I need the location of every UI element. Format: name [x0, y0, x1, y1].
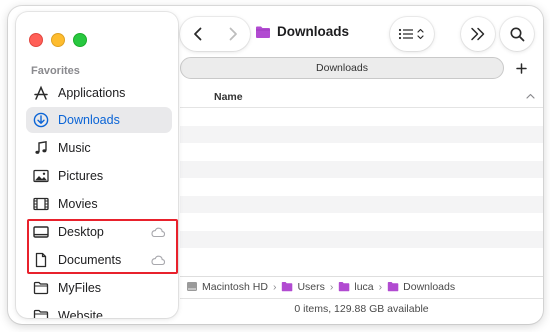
path-crumb-label: luca [354, 280, 374, 293]
pictures-icon [32, 167, 50, 185]
search-icon [510, 27, 524, 41]
window-title: Downloads [255, 24, 349, 39]
chevron-right-icon [229, 27, 237, 41]
sort-chevron-up-icon[interactable] [526, 92, 535, 101]
column-header: Name [180, 86, 543, 108]
empty-row [180, 213, 543, 231]
tab-label: Downloads [316, 62, 368, 74]
sidebar-item-downloads[interactable]: Downloads [26, 107, 172, 133]
sidebar-item-website[interactable]: Website [26, 303, 172, 318]
sidebar: Favorites Applications Downloads Music P… [16, 12, 178, 318]
sidebar-item-label: Movies [58, 197, 98, 211]
hard-disk-icon [187, 282, 197, 291]
finder-window: Downloads Downloads Name Macintosh HD › … [8, 6, 543, 324]
view-options-button[interactable] [390, 17, 434, 51]
status-bar: 0 items, 129.88 GB available [180, 298, 543, 318]
folder-icon [32, 307, 50, 318]
sidebar-item-applications[interactable]: Applications [26, 80, 172, 106]
path-crumb-label: Downloads [403, 280, 456, 293]
window-title-text: Downloads [277, 24, 350, 39]
path-bar: Macintosh HD › Users › luca › Downloads [180, 276, 543, 296]
downloads-icon [32, 111, 50, 129]
sidebar-item-label: Website [58, 309, 103, 318]
empty-row [180, 108, 543, 126]
movies-icon [32, 195, 50, 213]
list-view-icon [398, 28, 424, 40]
empty-row [180, 178, 543, 196]
empty-row [180, 195, 543, 213]
folder-icon [282, 282, 293, 292]
empty-row [180, 143, 543, 161]
tab-downloads[interactable]: Downloads [180, 57, 504, 79]
navigation-buttons [180, 17, 250, 51]
double-chevron-right-icon [471, 27, 485, 41]
empty-row [180, 160, 543, 178]
forward-button[interactable] [215, 17, 250, 51]
chevron-left-icon [193, 27, 201, 41]
sidebar-item-label: Downloads [58, 113, 120, 127]
sidebar-item-label: Applications [58, 86, 126, 100]
path-crumb-downloads[interactable]: Downloads [387, 281, 455, 293]
chevron-right-icon: › [272, 280, 277, 293]
sidebar-item-myfiles[interactable]: MyFiles [26, 275, 172, 301]
sidebar-item-label: Pictures [58, 169, 104, 183]
close-window-button[interactable] [29, 33, 43, 47]
sidebar-item-pictures[interactable]: Pictures [26, 163, 172, 189]
file-list[interactable] [180, 108, 543, 266]
status-text: 0 items, 129.88 GB available [294, 302, 429, 315]
empty-row [180, 230, 543, 248]
music-icon [32, 139, 50, 157]
folder-icon [256, 26, 270, 38]
path-crumb-label: Users [297, 280, 325, 293]
sidebar-item-label: MyFiles [58, 281, 102, 295]
search-button[interactable] [500, 17, 534, 51]
sidebar-item-movies[interactable]: Movies [26, 191, 172, 217]
applications-icon [32, 84, 50, 102]
new-tab-button[interactable] [510, 57, 532, 79]
column-header-name[interactable]: Name [214, 91, 243, 103]
sidebar-section-title: Favorites [31, 65, 80, 77]
path-crumb-user[interactable]: luca [338, 280, 374, 293]
empty-row [180, 248, 543, 266]
empty-row [180, 125, 543, 143]
chevron-right-icon: › [378, 280, 383, 293]
path-crumb-label: Macintosh HD [202, 280, 268, 293]
back-button[interactable] [180, 17, 215, 51]
path-crumb-users[interactable]: Users [281, 280, 325, 293]
sidebar-item-music[interactable]: Music [26, 135, 172, 161]
folder-icon [339, 282, 350, 292]
window-controls [29, 33, 87, 47]
zoom-window-button[interactable] [73, 33, 87, 47]
highlight-annotation-box [27, 219, 178, 274]
minimize-window-button[interactable] [51, 33, 65, 47]
sidebar-item-label: Music [58, 141, 91, 155]
folder-icon [387, 282, 399, 292]
chevron-right-icon: › [329, 280, 334, 293]
more-toolbar-items-button[interactable] [461, 17, 495, 51]
plus-icon [515, 62, 527, 74]
path-crumb-disk[interactable]: Macintosh HD [186, 281, 268, 293]
folder-icon [32, 279, 50, 297]
